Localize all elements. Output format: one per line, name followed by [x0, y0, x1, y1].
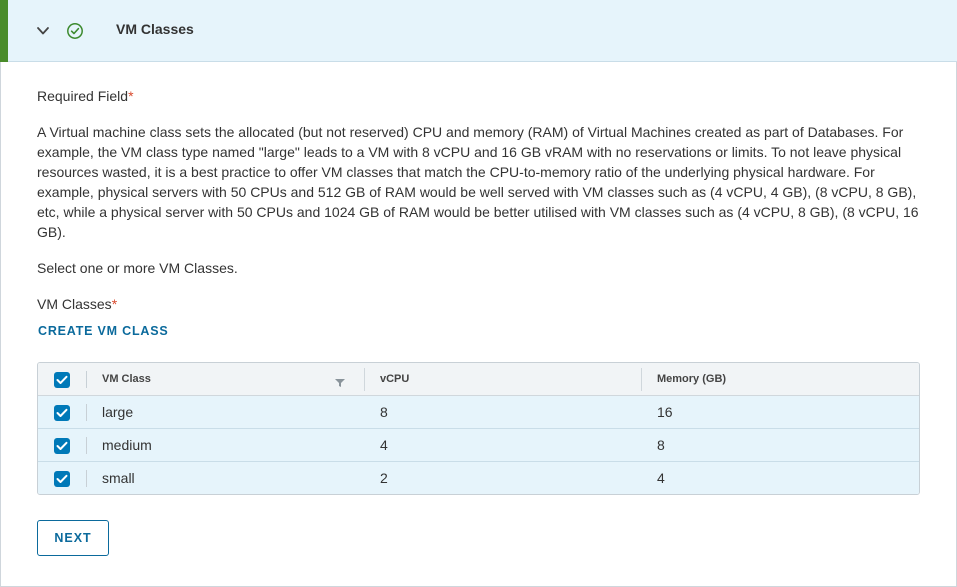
column-divider	[86, 371, 87, 388]
step-accent-bar	[0, 0, 8, 62]
column-divider[interactable]	[364, 368, 365, 391]
cell-memory: 8	[657, 437, 665, 453]
column-header-memory[interactable]: Memory (GB)	[657, 363, 726, 396]
table-header-row: VM Class vCPU Memory (GB)	[38, 363, 919, 396]
table-row[interactable]: medium 4 8	[38, 429, 919, 462]
column-divider[interactable]	[641, 368, 642, 391]
row-checkbox[interactable]	[54, 471, 70, 487]
next-button[interactable]: NEXT	[37, 520, 109, 556]
table-row[interactable]: small 2 4	[38, 462, 919, 494]
column-divider	[86, 437, 87, 454]
select-all-checkbox[interactable]	[54, 372, 70, 388]
create-vm-class-link[interactable]: CREATE VM CLASS	[38, 324, 169, 338]
cell-memory: 4	[657, 470, 665, 486]
step-title: VM Classes	[116, 21, 194, 37]
select-prompt: Select one or more VM Classes.	[37, 260, 238, 276]
cell-vm-class: medium	[102, 437, 152, 453]
column-header-vm-class[interactable]: VM Class	[102, 363, 151, 396]
cell-vcpu: 2	[380, 470, 388, 486]
required-star: *	[128, 88, 134, 104]
column-header-vcpu[interactable]: vCPU	[380, 363, 409, 396]
cell-vcpu: 4	[380, 437, 388, 453]
vm-class-description: A Virtual machine class sets the allocat…	[37, 124, 919, 240]
column-divider	[86, 404, 87, 421]
required-field-label: Required Field	[37, 88, 129, 104]
row-checkbox[interactable]	[54, 405, 70, 421]
vm-classes-label-text: VM Classes	[37, 296, 112, 312]
cell-vcpu: 8	[380, 404, 388, 420]
column-divider	[86, 470, 87, 487]
cell-vm-class: large	[102, 404, 134, 420]
vm-class-table: VM Class vCPU Memory (GB) large 8 16 med…	[37, 362, 920, 495]
required-star: *	[111, 296, 118, 312]
table-row[interactable]: large 8 16	[38, 396, 919, 429]
row-checkbox[interactable]	[54, 438, 70, 454]
chevron-down-icon[interactable]	[36, 24, 50, 38]
check-circle-icon	[66, 22, 84, 40]
vm-classes-label: VM Classes*	[37, 296, 117, 312]
filter-icon[interactable]	[334, 375, 346, 387]
required-field-note: Required Field*	[37, 88, 134, 104]
cell-vm-class: small	[102, 470, 135, 486]
wizard-panel	[0, 0, 957, 587]
cell-memory: 16	[657, 404, 673, 420]
step-header[interactable]: VM Classes	[0, 0, 957, 62]
